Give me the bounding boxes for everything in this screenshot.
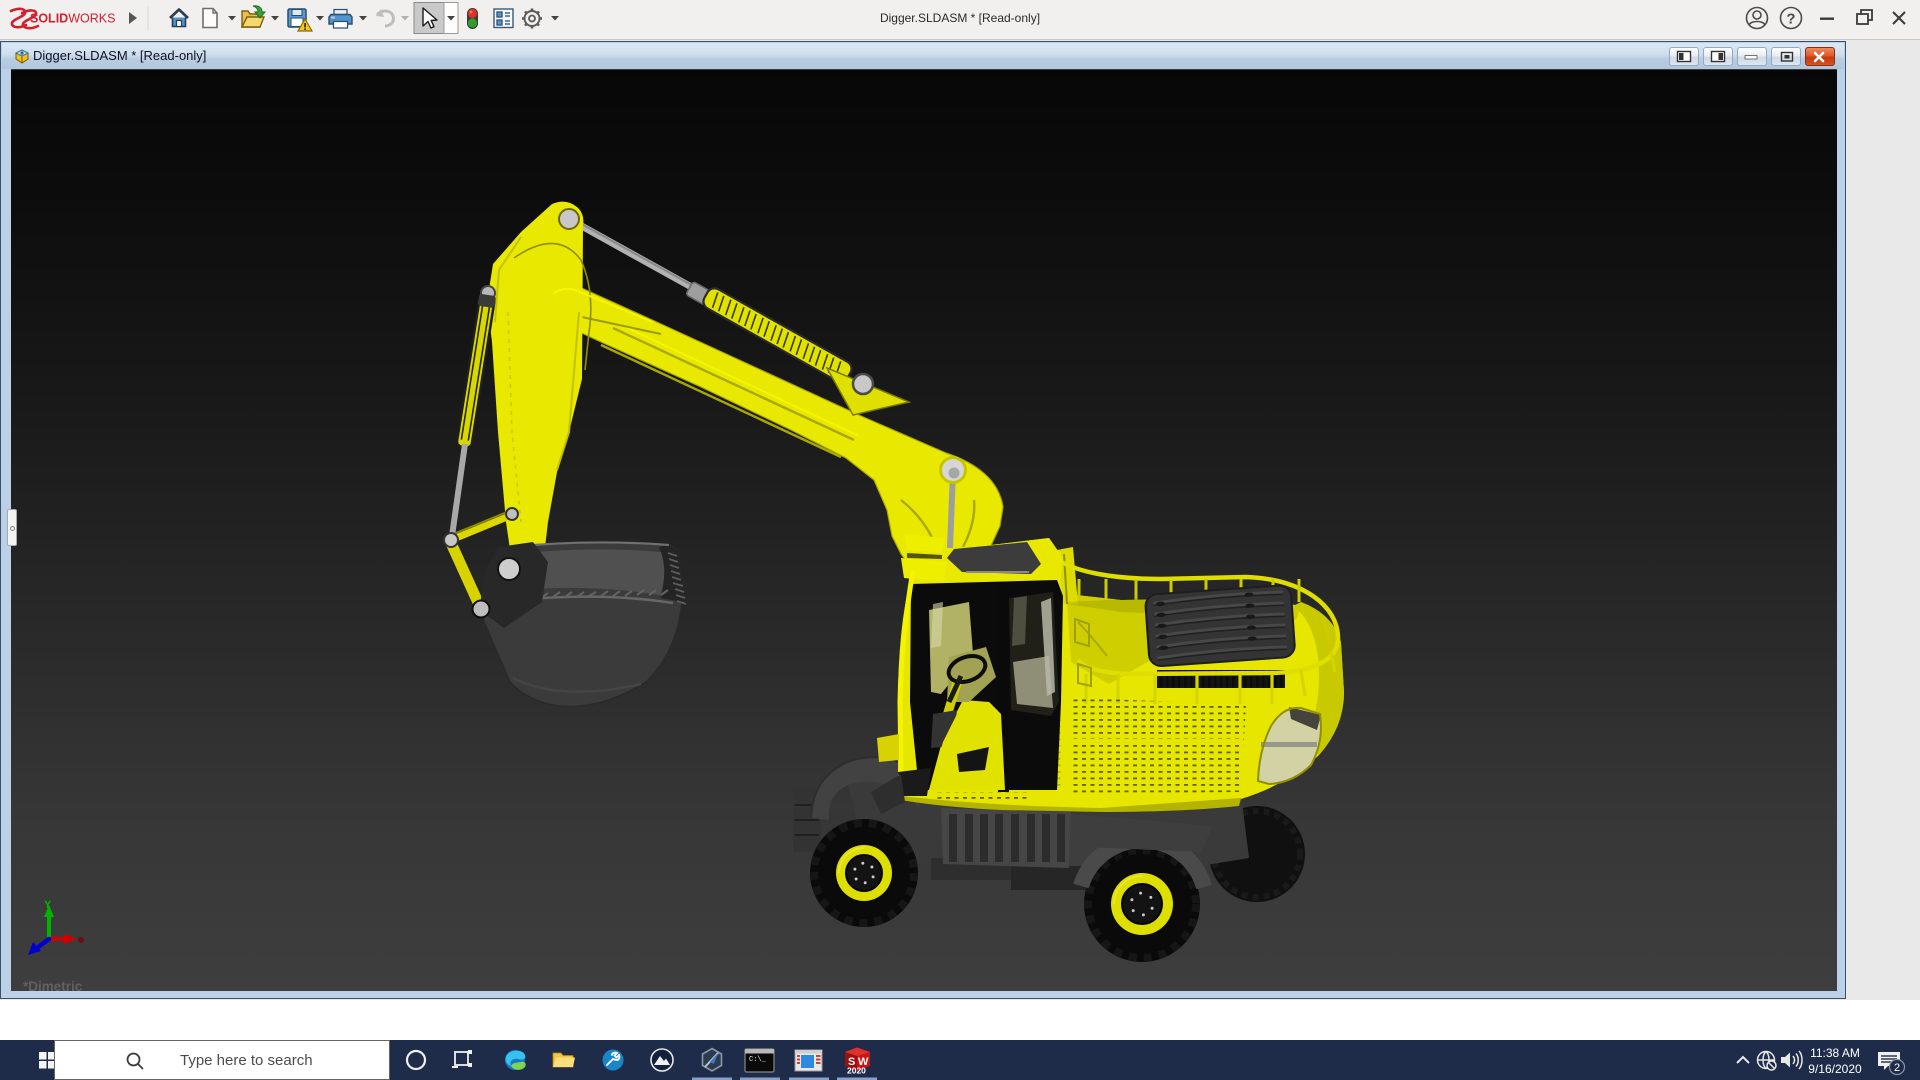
svg-text:?: ? — [1786, 11, 1795, 28]
svg-text:9/16/2020: 9/16/2020 — [1808, 1062, 1862, 1076]
svg-text:2: 2 — [1894, 1062, 1900, 1074]
svg-text:C:\_: C:\_ — [749, 1056, 767, 1064]
svg-text:2020: 2020 — [847, 1066, 866, 1076]
svg-text:SOLIDWORKS: SOLIDWORKS — [30, 12, 115, 26]
svg-text:*Dimetric: *Dimetric — [23, 979, 83, 992]
svg-text:11:38 AM: 11:38 AM — [1810, 1046, 1860, 1060]
svg-text:Y: Y — [44, 899, 52, 911]
